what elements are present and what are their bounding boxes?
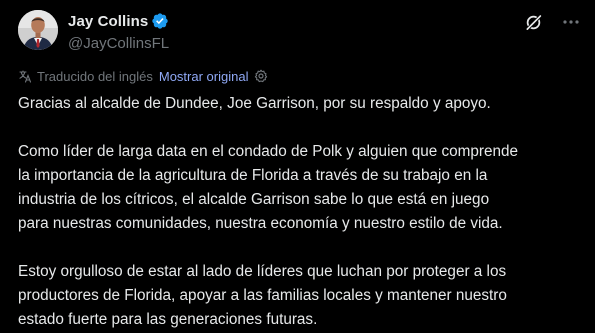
grok-icon[interactable] — [523, 12, 543, 32]
translation-bar: Traducido del inglés Mostrar original — [18, 67, 268, 85]
tweet-text: Gracias al alcalde de Dundee, Joe Garris… — [18, 92, 590, 332]
tweet-paragraph: Gracias al alcalde de Dundee, Joe Garris… — [18, 95, 491, 112]
show-original-link[interactable]: Mostrar original — [159, 69, 249, 84]
avatar[interactable] — [18, 10, 58, 50]
top-actions — [523, 12, 581, 32]
verified-badge-icon[interactable] — [151, 12, 169, 30]
name-row: Jay Collins — [68, 11, 169, 31]
handle[interactable]: @JayCollinsFL — [68, 34, 169, 54]
author-info: Jay Collins @JayCollinsFL — [68, 11, 169, 54]
more-options-icon[interactable] — [561, 12, 581, 32]
tweet: Jay Collins @JayCollinsFL Traducido del … — [0, 0, 595, 333]
tweet-paragraph: Estoy orgulloso de estar al lado de líde… — [18, 263, 507, 328]
tweet-paragraph: Como líder de larga data en el condado d… — [18, 143, 519, 232]
avatar-image — [18, 10, 58, 50]
display-name[interactable]: Jay Collins — [68, 13, 148, 30]
translate-icon — [18, 69, 32, 83]
translation-settings-icon[interactable] — [254, 69, 268, 83]
translated-label: Traducido del inglés — [37, 68, 153, 84]
